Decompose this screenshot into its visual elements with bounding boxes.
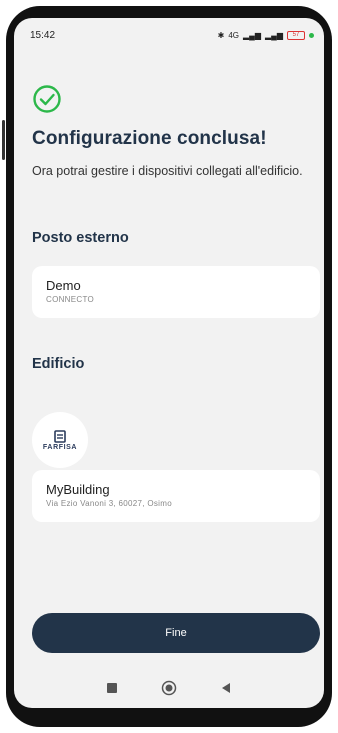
outdoor-station-card[interactable]: Demo CONNECTO (32, 266, 320, 318)
check-circle-icon (33, 85, 61, 113)
building-section-title: Edificio (32, 356, 85, 372)
building-logo-text: FARFISA (42, 443, 78, 451)
system-nav-bar (14, 668, 324, 708)
outdoor-station-section-title: Posto esterno (32, 230, 129, 246)
back-icon[interactable] (220, 682, 232, 694)
home-icon[interactable] (161, 680, 177, 696)
camera-indicator-icon (309, 32, 314, 38)
building-address: Via Ezio Vanoni 3, 60027, Osimo (46, 499, 172, 508)
phone-side-button (2, 120, 5, 160)
status-icons: ✱ 4G ▂▄▆ ▂▄▆ 57 (217, 30, 314, 40)
outdoor-station-name: Demo (46, 278, 81, 293)
page-title: Configurazione conclusa! (32, 128, 267, 149)
battery-icon: 57 (287, 30, 305, 40)
farfisa-logo-icon (54, 429, 66, 443)
finish-button[interactable]: Fine (32, 613, 320, 653)
status-bar: 15:42 ✱ 4G ▂▄▆ ▂▄▆ 57 (14, 18, 324, 52)
app-screen: 15:42 ✱ 4G ▂▄▆ ▂▄▆ 57 Configurazione con… (14, 18, 324, 708)
building-logo: FARFISA (32, 412, 88, 468)
recent-apps-icon[interactable] (106, 682, 118, 694)
bluetooth-icon: ✱ (217, 30, 225, 40)
building-card[interactable]: MyBuilding Via Ezio Vanoni 3, 60027, Osi… (32, 470, 320, 522)
signal-icon: ▂▄▆ (243, 30, 262, 40)
signal-icon-2: ▂▄▆ (265, 30, 283, 40)
page-subtitle: Ora potrai gestire i dispositivi collega… (32, 164, 303, 178)
outdoor-station-type: CONNECTO (46, 295, 95, 304)
status-time: 15:42 (30, 29, 56, 41)
building-name: MyBuilding (46, 482, 110, 497)
network-label: 4G (228, 30, 240, 40)
